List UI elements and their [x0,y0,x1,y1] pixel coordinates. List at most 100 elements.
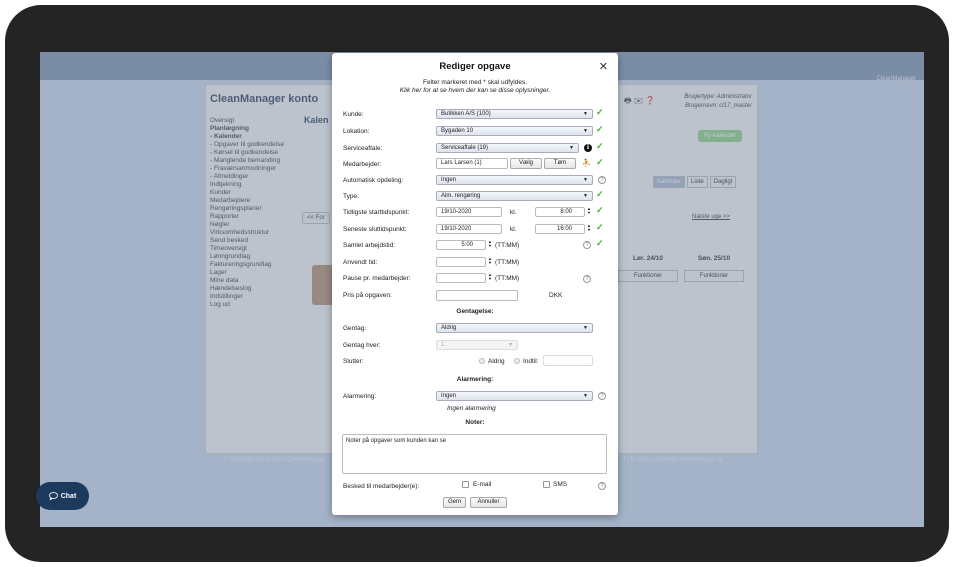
stepper-icon[interactable]: ▲ ▼ [487,257,493,267]
check-icon: ✓ [596,189,604,199]
gentag-value: Aldrig [441,325,457,331]
check-icon: ✓ [596,141,604,151]
dialog-title: Rediger opgave [439,61,511,72]
medarbejder-label: Medarbejder: [343,161,382,168]
chat-button[interactable]: Chat [36,482,89,510]
help-icon[interactable]: ? [583,241,591,249]
stepper-icon[interactable]: ▲ ▼ [586,207,592,217]
start-label: Tidligste starttidspunkt: [343,209,410,216]
noter-heading: Noter: [465,419,485,426]
samlet-unit: (TT:MM) [495,242,520,249]
serviceaftale-label: Serviceaftale: [343,145,383,152]
slut-date-input[interactable]: 19/10-2020 [436,224,502,234]
close-icon[interactable]: ✕ [599,60,608,73]
lokation-label: Lokation: [343,128,370,135]
alarmering-note: Ingen alarmering [447,405,496,412]
caret-down-icon: ▼ [508,342,513,348]
alarmering-heading: Alarmering: [456,376,494,383]
help-icon[interactable]: ? [598,176,606,184]
visibility-link[interactable]: Klik her for at se hvem der kan se disse… [332,87,618,94]
help-icon[interactable]: ? [598,392,606,400]
caret-down-icon: ▼ [583,111,588,117]
check-icon: ✓ [596,205,604,215]
slut-time-input[interactable]: 16:00 [535,224,585,234]
kl-label: kl. [510,209,517,216]
help-icon[interactable]: ? [583,275,591,283]
alarmering-label: Alarmering: [343,393,377,400]
people-icon[interactable]: ⛹ [582,159,591,167]
caret-down-icon: ▼ [569,145,574,151]
stepper-icon[interactable]: ▲ ▼ [586,224,592,234]
pris-label: Pris på opgaven: [343,292,392,299]
besked-label: Besked til medarbejder(e): [343,483,420,490]
slut-label: Seneste sluttidspunkt: [343,226,407,233]
email-label: E-mail [473,481,492,488]
gentag-hver-value: 1. [441,342,447,348]
type-value: Alm. rengøring [441,193,481,199]
samlet-label: Samlet arbejdstid: [343,242,396,249]
kl-label: kl. [510,226,517,233]
caret-down-icon: ▼ [583,393,588,399]
choose-employee-button[interactable]: Vælg [510,158,542,169]
pris-currency: DKK [549,292,563,299]
lokation-value: Bygaden 10 [441,128,474,134]
info-icon[interactable]: i [584,144,592,152]
notes-textarea[interactable]: Noter på opgaver som kunden kan se [342,434,607,474]
aldrig-radio[interactable] [479,358,485,364]
pause-label: Pause pr. medarbejder: [343,275,411,282]
chat-label: Chat [60,492,77,500]
caret-down-icon: ▼ [583,325,588,331]
check-icon: ✓ [596,222,604,232]
start-time-input[interactable]: 8:00 [535,207,585,217]
cancel-button[interactable]: Annuller [470,497,507,508]
slutter-label: Slutter: [343,358,364,365]
stepper-icon[interactable]: ▲ ▼ [487,240,493,250]
automatisk-label: Automatisk opdeling: [343,177,404,184]
anvendt-unit: (TT:MM) [495,259,520,266]
indtil-label: Indtil: [523,358,539,365]
serviceaftale-select[interactable]: Serviceaftale (19) ▼ [436,143,579,153]
caret-down-icon: ▼ [583,177,588,183]
alarmering-value: Ingen [441,393,457,399]
gentag-hver-select[interactable]: 1. ▼ [436,340,518,350]
automatisk-value: Ingen [441,177,457,183]
indtil-date-input[interactable] [543,355,593,366]
gentag-label: Gentag: [343,325,367,332]
start-date-input[interactable]: 19/10-2020 [436,207,502,217]
check-icon: ✓ [596,107,604,117]
help-icon[interactable]: ? [598,482,606,490]
kunde-value: Butikken A/S (100) [441,111,491,117]
sms-checkbox[interactable] [543,481,550,488]
serviceaftale-value: Serviceaftale (19) [441,145,489,151]
medarbejder-input[interactable]: Lars Larsen (1) [436,158,508,169]
type-label: Type: [343,193,359,200]
email-checkbox[interactable] [462,481,469,488]
gentagelse-heading: Gentagelse: [456,308,494,315]
check-icon: ✓ [596,157,604,167]
kunde-select[interactable]: Butikken A/S (100) ▼ [436,109,593,119]
aldrig-label: Aldrig [488,358,505,365]
check-icon: ✓ [596,238,604,248]
gentag-select[interactable]: Aldrig ▼ [436,323,593,333]
type-select[interactable]: Alm. rengøring ▼ [436,191,593,201]
check-icon: ✓ [596,124,604,134]
sms-label: SMS [553,481,568,488]
indtil-radio[interactable] [514,358,520,364]
stepper-icon[interactable]: ▲ ▼ [487,273,493,283]
clear-employee-button[interactable]: Tøm [544,158,576,169]
samlet-input[interactable]: 5:00 [436,240,486,250]
pause-unit: (TT:MM) [495,275,520,282]
caret-down-icon: ▼ [583,193,588,199]
automatisk-select[interactable]: Ingen ▼ [436,175,593,185]
gentag-hver-label: Gentag hver: [343,342,381,349]
chat-icon [48,492,58,500]
caret-down-icon: ▼ [583,128,588,134]
required-note: Felter markeret med * skal udfyldes. [422,79,528,86]
edit-task-dialog: Rediger opgave ✕ Felter markeret med * s… [332,53,618,515]
pause-input[interactable] [436,273,486,283]
save-button[interactable]: Gem [443,497,466,508]
lokation-select[interactable]: Bygaden 10 ▼ [436,126,593,136]
alarmering-select[interactable]: Ingen ▼ [436,391,593,401]
anvendt-input[interactable] [436,257,486,267]
pris-input[interactable] [436,290,518,301]
